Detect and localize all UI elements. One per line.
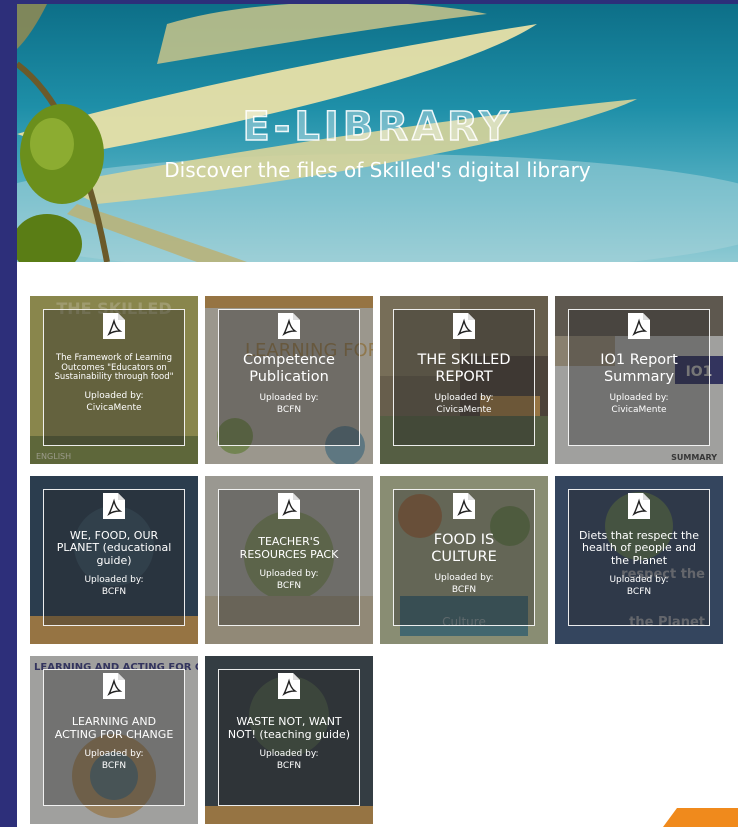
library-card[interactable]: TEACHER'S RESOURCES PACK Uploaded by: BC… — [205, 476, 373, 644]
card-uploaded-label: Uploaded by: — [609, 575, 669, 586]
card-title: WE, FOOD, OUR PLANET (educational guide) — [56, 528, 172, 567]
library-card[interactable]: THE SKILLED REPORT Uploaded by: CivicaMe… — [380, 296, 548, 464]
library-card[interactable]: LEARNING AND ACTING FOR CHANGE LEARNING … — [30, 656, 198, 824]
scroll-to-top-tab[interactable] — [663, 808, 738, 827]
library-card[interactable]: Culture FOOD IS CULTURE Uploaded by: BCF… — [380, 476, 548, 644]
card-uploader: CivicaMente — [611, 405, 667, 416]
pdf-file-icon — [103, 673, 125, 699]
card-frame: Competence Publication Uploaded by: BCFN — [218, 309, 360, 446]
page-subtitle: Discover the files of Skilled's digital … — [164, 158, 591, 182]
hero-banner: E-LIBRARY Discover the files of Skilled'… — [17, 4, 738, 262]
card-title: Diets that respect the health of people … — [578, 528, 700, 567]
card-title: TEACHER'S RESOURCES PACK — [239, 534, 339, 561]
card-uploader: BCFN — [101, 587, 127, 598]
pdf-file-icon — [278, 313, 300, 339]
card-title: IO1 Report Summary — [600, 351, 678, 385]
card-uploaded-label: Uploaded by: — [259, 749, 319, 760]
card-uploader: BCFN — [276, 581, 302, 592]
library-card[interactable]: IO1 SUMMARY IO1 Report Summary Uploaded … — [555, 296, 723, 464]
card-uploaded-label: Uploaded by: — [434, 393, 494, 404]
card-uploaded-label: Uploaded by: — [259, 393, 319, 404]
card-title: THE SKILLED REPORT — [417, 351, 511, 385]
card-title: Competence Publication — [243, 351, 335, 385]
card-uploaded-label: Uploaded by: — [84, 575, 144, 586]
card-title: FOOD IS CULTURE — [431, 531, 497, 565]
library-card[interactable]: THE SKILLED ENGLISH The Framework of Lea… — [30, 296, 198, 464]
card-uploaded-label: Uploaded by: — [434, 573, 494, 584]
card-uploader: BCFN — [626, 587, 652, 598]
card-uploaded-label: Uploaded by: — [259, 569, 319, 580]
card-title: The Framework of Learning Outcomes "Educ… — [54, 352, 174, 383]
card-uploader: CivicaMente — [86, 403, 142, 414]
card-uploaded-label: Uploaded by: — [84, 749, 144, 760]
card-frame: TEACHER'S RESOURCES PACK Uploaded by: BC… — [218, 489, 360, 626]
page-title: E-LIBRARY — [242, 103, 513, 151]
pdf-file-icon — [453, 493, 475, 519]
card-frame: WASTE NOT, WANT NOT! (teaching guide) Up… — [218, 669, 360, 806]
card-uploader: BCFN — [276, 405, 302, 416]
pdf-file-icon — [628, 493, 650, 519]
card-uploader: BCFN — [451, 585, 477, 596]
pdf-file-icon — [453, 313, 475, 339]
card-title: WASTE NOT, WANT NOT! (teaching guide) — [227, 714, 351, 741]
pdf-file-icon — [103, 313, 125, 339]
pdf-file-icon — [628, 313, 650, 339]
card-frame: WE, FOOD, OUR PLANET (educational guide)… — [43, 489, 185, 626]
library-card[interactable]: respect the the Planet Diets that respec… — [555, 476, 723, 644]
card-frame: FOOD IS CULTURE Uploaded by: BCFN — [393, 489, 535, 626]
library-card[interactable]: WE, FOOD, OUR PLANET (educational guide)… — [30, 476, 198, 644]
card-frame: LEARNING AND ACTING FOR CHANGE Uploaded … — [43, 669, 185, 806]
pdf-file-icon — [278, 493, 300, 519]
card-title: LEARNING AND ACTING FOR CHANGE — [54, 714, 174, 741]
library-card[interactable]: LEARNING FOR FUTURE Competence Publicati… — [205, 296, 373, 464]
library-grid: THE SKILLED ENGLISH The Framework of Lea… — [30, 296, 726, 824]
page: E-LIBRARY Discover the files of Skilled'… — [17, 4, 738, 827]
card-uploader: BCFN — [101, 761, 127, 772]
card-frame: Diets that respect the health of people … — [568, 489, 710, 626]
card-uploader: BCFN — [276, 761, 302, 772]
pdf-file-icon — [103, 493, 125, 519]
card-uploaded-label: Uploaded by: — [84, 391, 144, 402]
card-uploader: CivicaMente — [436, 405, 492, 416]
card-frame: The Framework of Learning Outcomes "Educ… — [43, 309, 185, 446]
pdf-file-icon — [278, 673, 300, 699]
card-frame: IO1 Report Summary Uploaded by: CivicaMe… — [568, 309, 710, 446]
library-card[interactable]: WASTE NOT, WANT NOT! (teaching guide) Up… — [205, 656, 373, 824]
card-frame: THE SKILLED REPORT Uploaded by: CivicaMe… — [393, 309, 535, 446]
card-uploaded-label: Uploaded by: — [609, 393, 669, 404]
